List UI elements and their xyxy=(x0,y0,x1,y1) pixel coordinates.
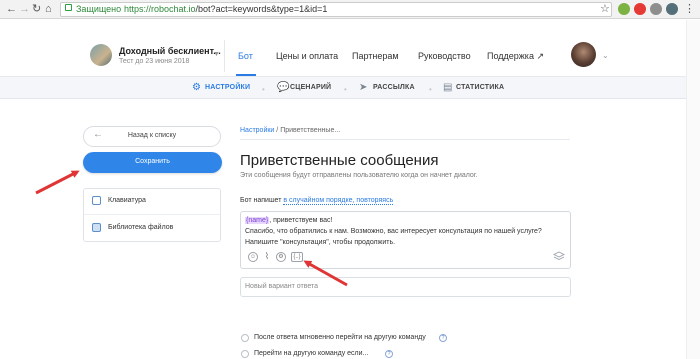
arrow-to-variables xyxy=(303,260,348,287)
annotation-arrows xyxy=(35,170,348,287)
arrow-to-save xyxy=(35,170,80,195)
